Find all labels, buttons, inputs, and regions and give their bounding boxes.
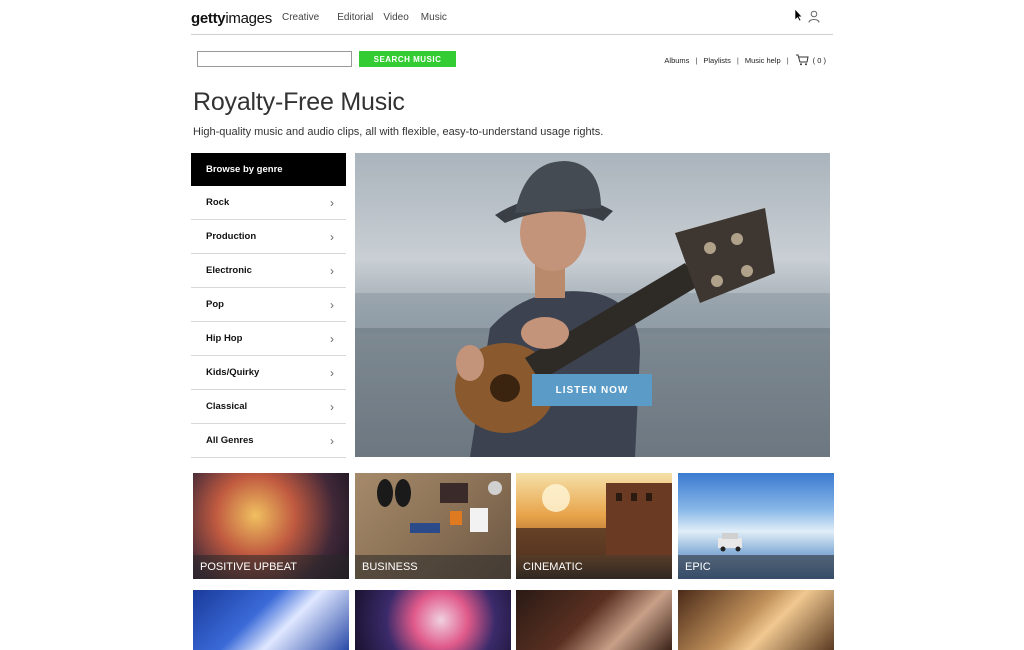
genre-item-all-genres[interactable]: All Genres › [191, 424, 346, 458]
category-tile-label: CINEMATIC [516, 555, 672, 579]
genre-sidebar: Browse by genre Rock › Production › Electr… [191, 153, 346, 458]
chevron-right-icon: › [330, 195, 334, 210]
getty-images-logo[interactable]: gettyimages [191, 10, 272, 27]
music-search-input[interactable] [197, 51, 352, 67]
genre-item-pop[interactable]: Pop › [191, 288, 346, 322]
chevron-right-icon: › [330, 297, 334, 312]
category-tile-label: POSITIVE UPBEAT [193, 555, 349, 579]
genre-label: Hip Hop [206, 333, 243, 344]
search-music-button[interactable]: SEARCH MUSIC [359, 51, 456, 67]
user-account-icon[interactable] [808, 10, 820, 23]
category-tile-row2-2[interactable] [355, 590, 511, 650]
genre-label: Pop [206, 299, 224, 310]
cart-count[interactable]: ( 0 ) [813, 56, 826, 65]
category-tile-cinematic[interactable]: CINEMATIC [516, 473, 672, 579]
separator: | [736, 55, 739, 65]
utility-links: Albums | Playlists | Music help | ( 0 ) [664, 54, 826, 66]
nav-music[interactable]: Music [421, 12, 447, 23]
chevron-right-icon: › [330, 229, 334, 244]
genre-label: Kids/Quirky [206, 367, 260, 378]
city-sunset-photo [516, 483, 672, 555]
chevron-right-icon: › [330, 433, 334, 448]
category-tile-business[interactable]: BUSINESS [355, 473, 511, 579]
albums-link[interactable]: Albums [664, 56, 689, 65]
main-nav: Creative Editorial Video Music [282, 12, 465, 23]
genre-label: Rock [206, 197, 230, 208]
separator: | [695, 55, 698, 65]
page-subtitle: High-quality music and audio clips, all … [193, 126, 604, 138]
category-tile-epic[interactable]: EPIC [678, 473, 834, 579]
logo-bold-text: getty [191, 10, 226, 27]
page-title: Royalty-Free Music [193, 88, 405, 116]
chevron-right-icon: › [330, 263, 334, 278]
salt-flat-jeep-photo [718, 533, 742, 552]
genre-item-classical[interactable]: Classical › [191, 390, 346, 424]
listen-now-button[interactable]: LISTEN NOW [532, 374, 652, 406]
desk-objects-photo [377, 479, 502, 533]
cart-icon[interactable] [795, 54, 809, 66]
top-navigation: gettyimages Creative Editorial Video Mus… [191, 0, 833, 35]
genre-item-production[interactable]: Production › [191, 220, 346, 254]
chevron-right-icon: › [330, 365, 334, 380]
mouse-cursor-icon [794, 8, 803, 22]
separator: | [786, 55, 789, 65]
genre-label: Production [206, 231, 257, 242]
category-tile-positive-upbeat[interactable]: POSITIVE UPBEAT [193, 473, 349, 579]
genre-label: Classical [206, 401, 248, 412]
genre-label: Electronic [206, 265, 252, 276]
category-tile-label: BUSINESS [355, 555, 511, 579]
genre-label: All Genres [206, 435, 254, 446]
guitarist-photo [355, 161, 830, 457]
genre-item-electronic[interactable]: Electronic › [191, 254, 346, 288]
nav-creative[interactable]: Creative [282, 12, 319, 23]
genre-item-hip-hop[interactable]: Hip Hop › [191, 322, 346, 356]
category-tile-label: EPIC [678, 555, 834, 579]
category-tile-row2-1[interactable] [193, 590, 349, 650]
hero-image[interactable]: LISTEN NOW [355, 153, 830, 457]
nav-editorial[interactable]: Editorial [337, 12, 373, 23]
genre-item-rock[interactable]: Rock › [191, 186, 346, 220]
logo-text: images [225, 10, 272, 27]
playlists-link[interactable]: Playlists [703, 56, 731, 65]
genre-sidebar-heading: Browse by genre [191, 153, 346, 186]
chevron-right-icon: › [330, 399, 334, 414]
nav-video[interactable]: Video [383, 12, 408, 23]
music-help-link[interactable]: Music help [745, 56, 781, 65]
category-tile-row2-3[interactable] [516, 590, 672, 650]
chevron-right-icon: › [330, 331, 334, 346]
category-tile-row2-4[interactable] [678, 590, 834, 650]
genre-item-kids-quirky[interactable]: Kids/Quirky › [191, 356, 346, 390]
